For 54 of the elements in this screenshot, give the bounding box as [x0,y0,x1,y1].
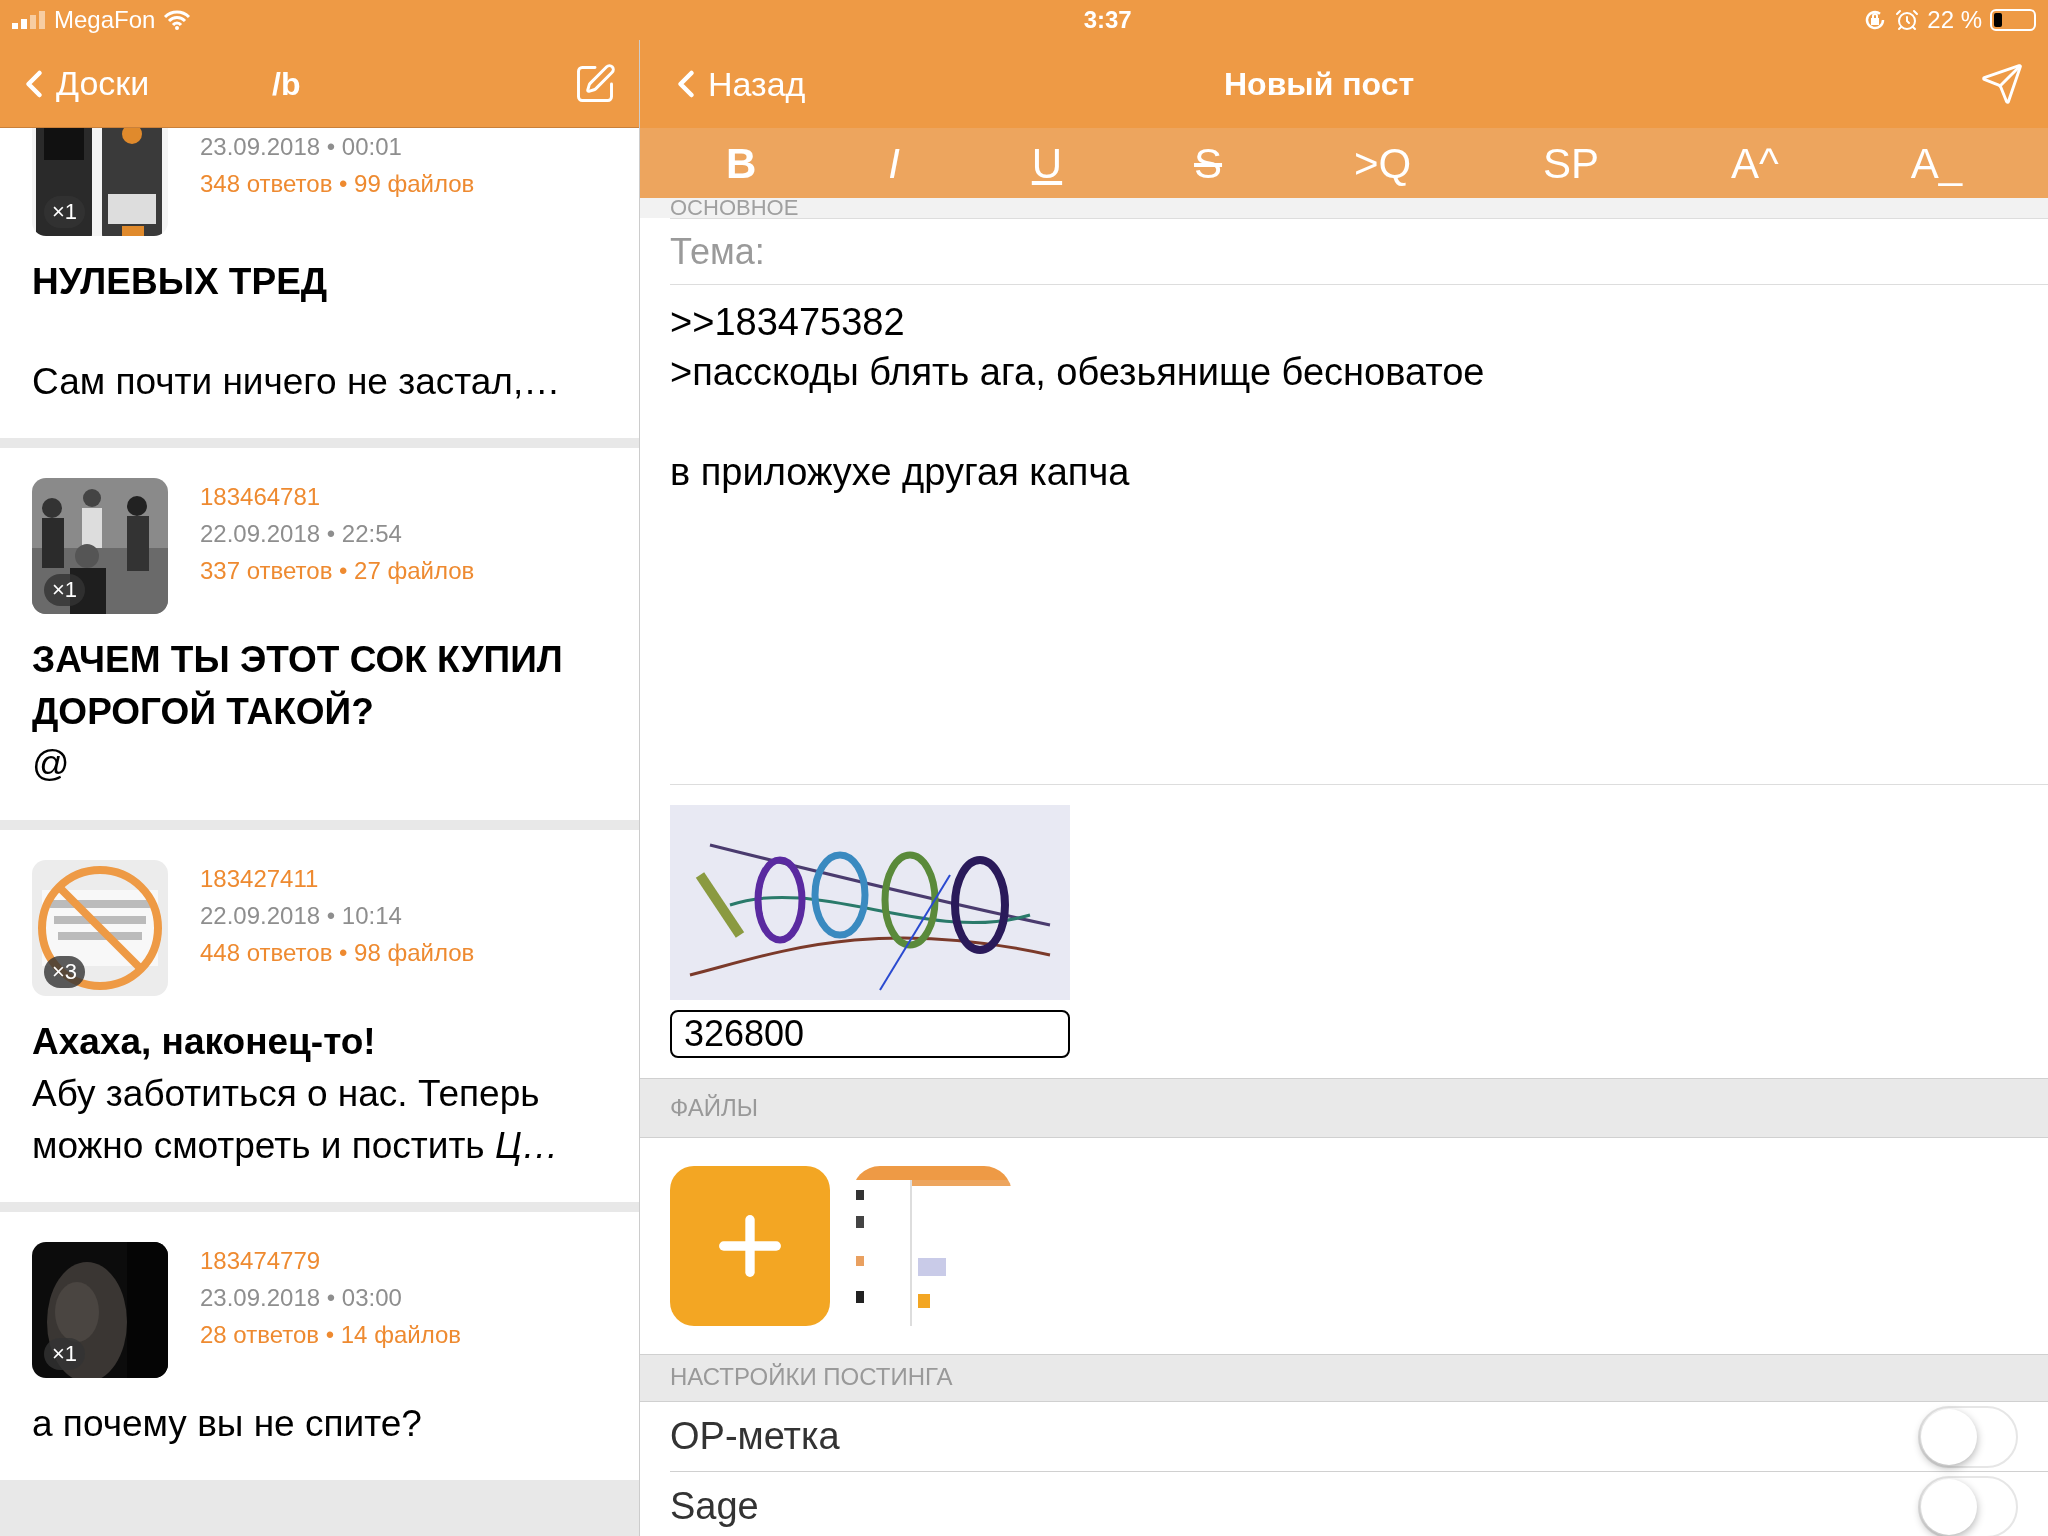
format-button[interactable]: A^ [1721,131,1789,195]
back-button[interactable]: Назад [664,58,1224,110]
toggle-switch[interactable] [1918,1475,2018,1536]
setting-label: OP-метка [670,1414,841,1459]
format-button[interactable]: U [1021,131,1073,195]
thread-counts: 337 ответов • 27 файлов [200,556,475,586]
add-file-button[interactable] [670,1166,830,1326]
screen-title: Новый пост [1224,65,1416,104]
thread-text: а почему вы не спите? [32,1402,423,1446]
thread-text: Сам почти ничего не застал,… [32,360,562,404]
thread-title: НУЛЕВЫХ ТРЕД [32,260,329,304]
thread-date: 22.09.2018 • 10:14 [200,901,403,931]
thread-card[interactable]: ×3 183427411 22.09.2018 • 10:14 448 ответов • 98 файлов Ахаха, наконец-то! Абу заботиться о нас. Теперь можно смотреть и постить Ц… [0,830,639,1202]
format-button[interactable]: >Q [1343,131,1422,195]
format-button[interactable]: A_ [1900,131,1972,195]
carrier-name: MegaFon [54,5,156,35]
thread-title: ЗАЧЕМ ТЫ ЭТОТ СОК КУПИЛ ДОРОГОЙ ТАКОЙ? [32,638,564,734]
status-time: 3:37 [1083,5,1132,35]
battery-percent: 22 % [1927,5,1982,35]
thread-number: 183464781 [200,482,322,512]
thread-text: @ [32,742,71,786]
thread-number: 183427411 [200,864,320,894]
back-button[interactable]: Доски [12,58,272,109]
thread-date: 22.09.2018 • 22:54 [200,519,403,549]
message-text: >>183475382 >пасскоды блять ага, обезьянище бесноватое в приложухе другая капча [670,300,1486,495]
alarm-icon [1895,8,1920,32]
section-header: ОСНОВНОЕ [670,198,799,218]
thread-counts: 448 ответов • 98 файлов [200,938,475,968]
setting-label: Sage [670,1484,760,1529]
thread-counts: 28 ответов • 14 файлов [200,1320,461,1350]
thread-title: Ахаха, наконец-то! [32,1020,377,1064]
battery-icon [1990,9,2036,31]
format-button[interactable]: B [715,131,767,195]
thread-text: Абу заботиться о нас. Теперь можно смотреть и постить Ц… [32,1072,560,1168]
signal-icon [12,11,46,29]
thread-card[interactable]: ×1 23.09.2018 • 00:01 348 ответов • 99 файлов НУЛЕВЫХ ТРЕД Сам почти ничего не застал,… [0,128,639,438]
thread-number: 183474779 [200,1246,322,1276]
thread-card[interactable]: ×1 183474779 23.09.2018 • 03:00 28 ответов • 14 файлов а почему вы не спите? [0,1212,639,1480]
message-field[interactable]: >>183475382 >пасскоды блять ага, обезьянище бесноватое в приложухе другая капча [670,285,2048,785]
section-header: ФАЙЛЫ [670,1093,758,1123]
thread-date: 23.09.2018 • 00:01 [200,132,403,162]
send-icon[interactable] [1980,62,2024,106]
thread-card[interactable]: ×1 183464781 22.09.2018 • 22:54 337 ответов • 27 файлов ЗАЧЕМ ТЫ ЭТОТ СОК КУПИЛ ДОРОГОЙ ТАКОЙ? @ [0,448,639,820]
toggle-switch[interactable] [1918,1405,2018,1468]
section-header: НАСТРОЙКИ ПОСТИНГА [670,1362,953,1392]
board-title: /b [272,64,302,104]
thread-counts: 348 ответов • 99 файлов [200,169,475,199]
format-button[interactable]: S [1184,131,1233,195]
format-button[interactable]: I [878,131,910,195]
captcha-field[interactable]: 326800 [670,1010,1070,1058]
format-button[interactable]: SP [1533,131,1610,195]
subject-field[interactable]: Тема: [670,219,2048,285]
wifi-icon [163,9,192,31]
thread-date: 23.09.2018 • 03:00 [200,1283,403,1313]
